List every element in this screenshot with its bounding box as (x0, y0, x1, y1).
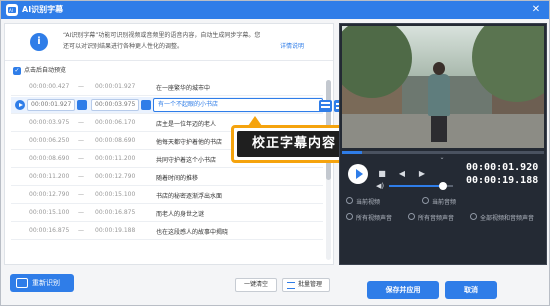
end-time: 00:00:16.875 (95, 209, 136, 216)
svg-text:AI: AI (9, 8, 13, 13)
subtitle-row[interactable]: 00:00:12.790 — 00:00:15.100 书店的秘密逐渐浮出水面 (11, 187, 323, 204)
chevron-down-icon[interactable]: ⌄ (432, 155, 452, 161)
volume-icon[interactable]: ◀) (376, 181, 386, 191)
recognize-icon (16, 278, 28, 288)
end-time: 00:00:11.200 (95, 155, 136, 162)
start-time-input[interactable]: 00:00:01.927 (27, 99, 75, 111)
start-time: 00:00:03.975 (29, 119, 70, 126)
subtitle-text: 随着时间的推移 (156, 175, 199, 182)
start-time: 00:00:15.100 (29, 209, 70, 216)
subtitle-text: 共同守护着这个小书店 (156, 157, 217, 164)
reset-start-icon[interactable] (77, 100, 87, 110)
details-link[interactable]: 详情说明 (280, 41, 304, 50)
volume-slider[interactable] (389, 182, 453, 190)
subtitle-text-input[interactable]: 有一个不起眼的小书店 (153, 98, 323, 112)
end-time: 00:00:06.170 (95, 119, 136, 126)
end-time: 00:00:15.100 (95, 191, 136, 198)
subtitle-row[interactable]: 00:00:00.427 — 00:00:01.927 在一座繁华的城市中 (11, 79, 323, 96)
start-time: 00:00:12.790 (29, 191, 70, 198)
apply-scope-options: 当前视频 当前音频 所有视频声音 所有音频声音 全部视频和音频声音 (342, 196, 544, 256)
start-time: 00:00:08.690 (29, 155, 70, 162)
auto-preview-checkbox[interactable]: ✓ (13, 67, 21, 75)
next-frame-icon[interactable]: ▶ (416, 168, 428, 180)
video-preview[interactable] (342, 26, 544, 148)
start-time: 00:00:11.200 (29, 173, 70, 180)
preview-panel: ⌄ ■ ◀ ▶ ◀) 00:00:01.920 00:00:19.188 当前视… (339, 23, 547, 265)
start-time: 00:00:00.427 (29, 83, 70, 90)
end-time: 00:00:01.927 (95, 83, 136, 90)
bottom-actions: 重新识别 一键清空 批量管理 (4, 267, 334, 303)
end-time-input[interactable]: 00:00:03.975 (91, 99, 139, 111)
info-box: i “AI识别字幕”功能可识别视频或音频里的语音内容，自动生成同步字幕。您还可以… (5, 24, 333, 61)
playback-progress-fill (342, 151, 363, 154)
subtitle-text: 书店的秘密逐渐浮出水面 (156, 193, 223, 200)
end-time: 00:00:08.690 (95, 137, 136, 144)
title-bar: AI AI识别字幕 ✕ (1, 1, 549, 19)
subtitle-row[interactable]: 00:00:16.875 — 00:00:19.188 也在这段感人的故事中揭晓 (11, 223, 323, 240)
subtitle-text: 他每天都守护着他的书店 (156, 139, 223, 146)
stop-icon[interactable]: ■ (376, 168, 388, 180)
volume-knob[interactable] (439, 182, 448, 190)
play-segment-icon[interactable] (15, 100, 25, 110)
start-time: 00:00:16.875 (29, 227, 70, 234)
reset-end-icon[interactable] (141, 100, 151, 110)
play-icon[interactable] (348, 164, 368, 184)
list-icon (287, 282, 295, 289)
auto-preview-label: 点击后自动预览 (24, 67, 67, 74)
close-icon[interactable]: ✕ (529, 3, 543, 17)
save-apply-button[interactable]: 保存并应用 (367, 281, 439, 299)
subtitle-text: 在一座繁华的城市中 (156, 85, 211, 92)
ai-subtitle-window: AI AI识别字幕 ✕ i “AI识别字幕”功能可识别视频或音频里的语音内容，自… (0, 0, 550, 306)
total-time: 00:00:19.188 (466, 175, 539, 186)
prev-frame-icon[interactable]: ◀ (396, 168, 408, 180)
subtitle-row[interactable]: 00:00:11.200 — 00:00:12.790 随着时间的推移 (11, 169, 323, 186)
end-time: 00:00:12.790 (95, 173, 136, 180)
app-logo-icon: AI (6, 4, 18, 16)
info-icon: i (30, 33, 48, 51)
re-recognize-button[interactable]: 重新识别 (10, 274, 74, 292)
clear-all-button[interactable]: 一键清空 (235, 278, 277, 292)
callout-text: 校正字幕内容 (237, 131, 351, 157)
subtitle-text: 店主是一位年迈的老人 (156, 121, 217, 128)
subtitle-row[interactable]: 00:00:15.100 — 00:00:16.875 而老人的身世之谜 (11, 205, 323, 222)
subtitle-text: 而老人的身世之谜 (156, 211, 205, 218)
subtitle-row-active[interactable]: 00:00:01.927 00:00:03.975 有一个不起眼的小书店 (11, 97, 323, 114)
subtitle-text: 也在这段感人的故事中揭晓 (156, 229, 229, 236)
end-time: 00:00:19.188 (95, 227, 136, 234)
volume-fill (389, 185, 444, 187)
cancel-button[interactable]: 取消 (445, 281, 497, 299)
subtitle-list: 00:00:00.427 — 00:00:01.927 在一座繁华的城市中 00… (11, 79, 323, 259)
batch-manage-button[interactable]: 批量管理 (282, 278, 330, 292)
insert-above-icon[interactable] (319, 100, 332, 112)
current-time: 00:00:01.920 (466, 162, 539, 173)
window-title: AI识别字幕 (22, 5, 64, 14)
info-text: “AI识别字幕”功能可识别视频或音频里的语音内容，自动生成同步字幕。您还可以对识… (63, 32, 261, 50)
start-time: 00:00:06.250 (29, 137, 70, 144)
